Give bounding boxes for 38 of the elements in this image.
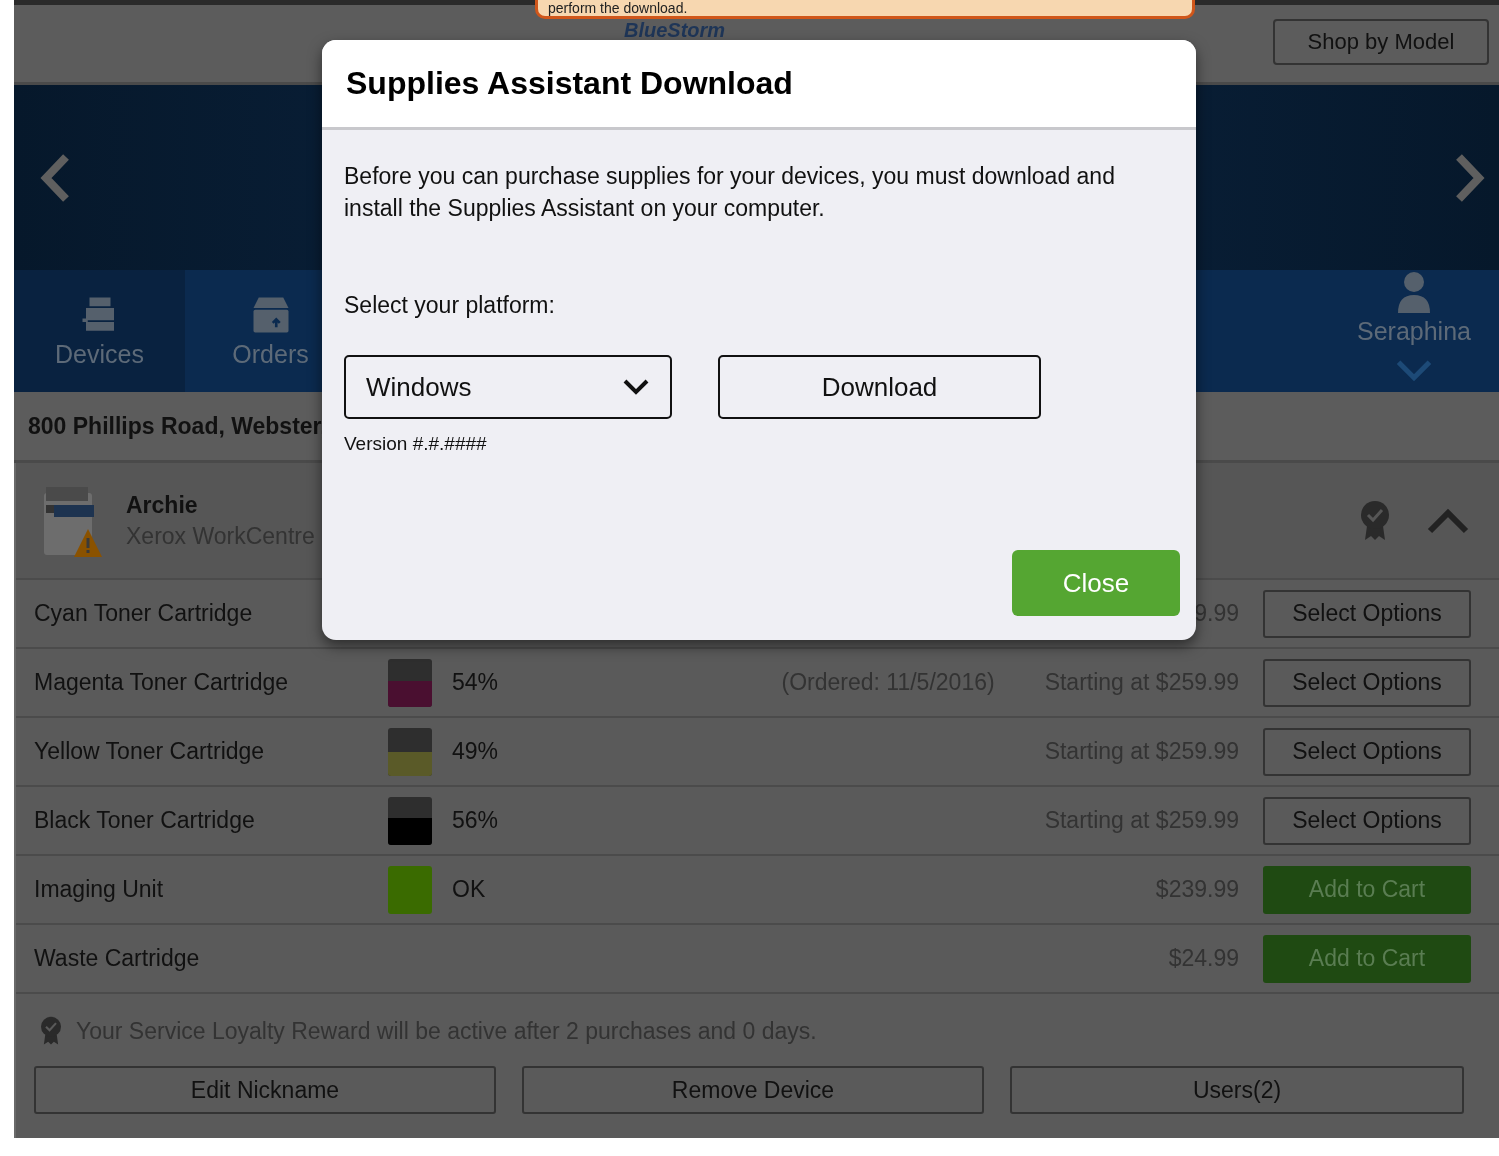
nav-tab[interactable]: Devices	[14, 270, 185, 392]
supply-name: Magenta Toner Cartridge	[34, 669, 289, 696]
version-text: Version #.#.####	[344, 433, 488, 455]
award-ribbon-icon	[1359, 499, 1391, 542]
select-options-button[interactable]: Select Options	[1263, 796, 1471, 845]
user-menu[interactable]: Seraphina	[1329, 270, 1499, 392]
supply-name: Imaging Unit	[34, 876, 165, 903]
site-logo[interactable]: BlueStorm	[624, 19, 726, 41]
close-button[interactable]: Close	[1012, 550, 1180, 616]
supply-name: Waste Cartridge	[34, 945, 201, 972]
platform-dropdown[interactable]: Windows	[344, 355, 672, 419]
select-options-button[interactable]: Select Options	[1263, 727, 1471, 776]
supply-name: Black Toner Cartridge	[34, 807, 256, 834]
device-nickname: Archie	[126, 491, 199, 519]
chevron-right-icon[interactable]	[1453, 152, 1487, 203]
add-to-cart-button[interactable]: Add to Cart	[1263, 865, 1471, 914]
dialog-message: Before you can purchase supplies for your devices, you must download and install the Supplies Assistant on your computer.	[344, 162, 1116, 223]
supply-reading: OK	[452, 876, 486, 903]
select-options-button[interactable]: Select Options	[1263, 658, 1471, 707]
dialog-title: Supplies Assistant Download	[322, 40, 1196, 130]
supply-name: Yellow Toner Cartridge	[34, 738, 266, 765]
notification-banner: perform the download.	[535, 0, 1195, 19]
device-action-button[interactable]: Edit Nickname	[34, 1066, 496, 1114]
award-ribbon-icon	[38, 1016, 64, 1046]
device-action-button[interactable]: Users(2)	[1010, 1066, 1464, 1114]
chevron-down-icon	[622, 378, 650, 396]
device-action-button[interactable]: Remove Device	[522, 1066, 984, 1114]
chevron-up-icon[interactable]	[1427, 507, 1469, 534]
download-button[interactable]: Download	[718, 355, 1041, 419]
select-options-button[interactable]: Select Options	[1263, 589, 1471, 638]
add-to-cart-button[interactable]: Add to Cart	[1263, 934, 1471, 983]
chevron-left-icon[interactable]	[38, 152, 72, 203]
shop-by-model-button[interactable]: Shop by Model	[1273, 19, 1489, 65]
supply-reading: 49%	[452, 738, 499, 765]
supply-reading: 54%	[452, 669, 499, 696]
supply-reading: 56%	[452, 807, 499, 834]
person-icon	[1396, 270, 1432, 315]
supply-name: Cyan Toner Cartridge	[34, 600, 254, 627]
